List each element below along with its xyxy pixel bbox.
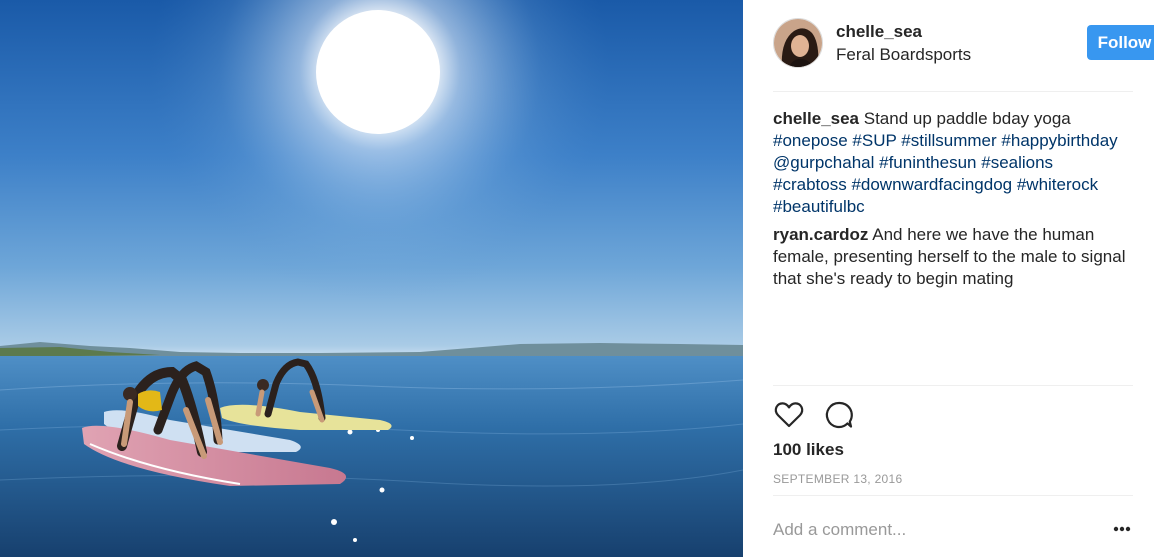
comment-username[interactable]: ryan.cardoz (773, 225, 868, 244)
hashtag-link[interactable]: #funinthesun (879, 153, 976, 172)
actions-divider (773, 385, 1133, 386)
add-comment-input[interactable] (773, 515, 1093, 545)
hashtag-link[interactable]: #sealions (981, 153, 1053, 172)
hashtag-link[interactable]: #SUP (852, 131, 896, 150)
post-details-panel: chelle_sea Feral Boardsports Follow chel… (743, 0, 1154, 557)
caption-text: Stand up paddle bday yoga (863, 109, 1071, 128)
profile-avatar-icon (774, 19, 822, 67)
hashtag-link[interactable]: #beautifulbc (773, 197, 865, 216)
hashtag-link[interactable]: #onepose (773, 131, 848, 150)
footer-divider (773, 495, 1133, 496)
comments-section: chelle_sea Stand up paddle bday yoga #on… (773, 108, 1133, 296)
post-date[interactable]: SEPTEMBER 13, 2016 (773, 472, 902, 486)
caption: chelle_sea Stand up paddle bday yoga #on… (773, 108, 1133, 218)
mention-link[interactable]: @gurpchahal (773, 153, 874, 172)
likes-count[interactable]: 100 likes (773, 440, 844, 460)
sup-yoga-photo-illustration (0, 0, 743, 557)
header-divider (773, 91, 1133, 92)
hashtag-link[interactable]: #happybirthday (1001, 131, 1117, 150)
author-username[interactable]: chelle_sea (836, 22, 922, 42)
post-location[interactable]: Feral Boardsports (836, 45, 971, 65)
hashtag-link[interactable]: #downwardfacingdog (851, 175, 1012, 194)
caption-username[interactable]: chelle_sea (773, 109, 859, 128)
hashtag-link[interactable]: #whiterock (1017, 175, 1098, 194)
hashtag-link[interactable]: #stillsummer (901, 131, 996, 150)
post-actions (773, 399, 873, 431)
comment-bubble-icon[interactable] (823, 399, 855, 431)
follow-button[interactable]: Follow (1087, 25, 1154, 60)
post-photo[interactable] (0, 0, 743, 557)
avatar[interactable] (773, 18, 823, 68)
post-header: chelle_sea Feral Boardsports Follow (773, 18, 1154, 70)
heart-icon[interactable] (773, 399, 805, 431)
more-options-icon[interactable] (1111, 518, 1133, 540)
comment-item: ryan.cardoz And here we have the human f… (773, 224, 1133, 290)
hashtag-link[interactable]: #crabtoss (773, 175, 847, 194)
